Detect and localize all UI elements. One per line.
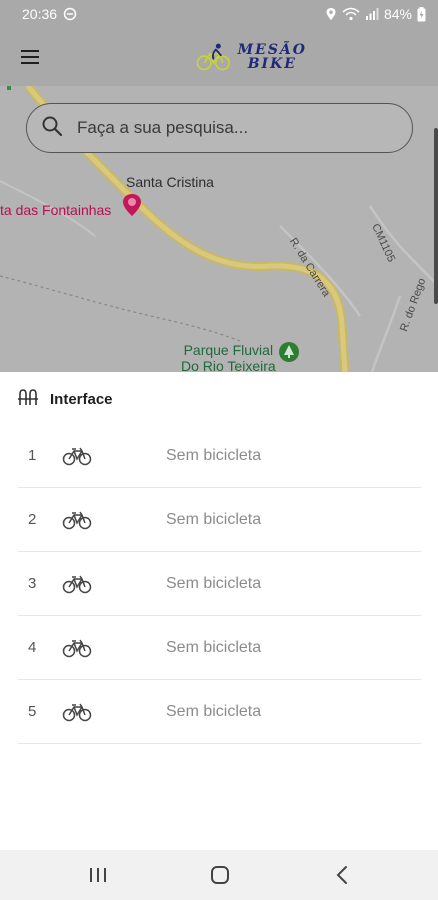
sheet-title: Interface	[50, 391, 113, 408]
wifi-icon	[342, 7, 360, 21]
signal-icon	[365, 7, 379, 21]
home-icon[interactable]	[200, 860, 240, 890]
interface-sheet: Interface 1 Sem bicicleta 2 Sem biciclet…	[0, 372, 438, 850]
logo-line-2: BIKE	[247, 56, 297, 72]
map-label-fontainhas: ta das Fontainhas	[0, 202, 112, 218]
slot-status: Sem bicicleta	[166, 702, 262, 720]
poi-park-marker[interactable]	[279, 342, 299, 362]
map-scroll-indicator	[434, 128, 438, 304]
slot-number: 2	[28, 511, 37, 528]
slot-row[interactable]: 5 Sem bicicleta	[18, 680, 421, 744]
system-nav-bar	[0, 850, 438, 900]
back-icon[interactable]	[322, 860, 362, 890]
slot-status: Sem bicicleta	[166, 510, 262, 528]
sheet-header: Interface	[18, 388, 113, 411]
slot-status: Sem bicicleta	[166, 638, 262, 656]
map-label-santa-cristina: Santa Cristina	[126, 174, 214, 190]
battery-charging-icon	[417, 6, 426, 22]
slot-number: 5	[28, 703, 37, 720]
slot-status: Sem bicicleta	[166, 574, 262, 592]
slot-row[interactable]: 3 Sem bicicleta	[18, 552, 421, 616]
bike-logo-icon	[196, 43, 230, 71]
logo-line-1: MESÃO	[237, 42, 307, 58]
search-input[interactable]	[77, 118, 377, 138]
map-label-parque-fluvial: Parque Fluvial Do Rio Teixeira	[181, 342, 276, 372]
hamburger-menu-icon[interactable]	[14, 42, 46, 72]
search-icon[interactable]	[41, 115, 63, 142]
search-bar[interactable]	[26, 103, 413, 153]
slot-row[interactable]: 2 Sem bicicleta	[18, 488, 421, 552]
app-logo: MESÃO BIKE	[195, 36, 307, 78]
status-time: 20:36	[22, 6, 58, 22]
logo-text: MESÃO BIKE	[238, 43, 307, 71]
bicycle-icon	[48, 446, 166, 466]
slot-status: Sem bicicleta	[166, 446, 262, 464]
poi-pink-marker[interactable]	[123, 194, 141, 216]
bicycle-icon	[48, 510, 166, 530]
recent-apps-icon[interactable]	[78, 860, 118, 890]
do-not-disturb-icon	[63, 7, 77, 21]
parque-line-1: Parque Fluvial	[183, 342, 274, 358]
app-bar: MESÃO BIKE	[0, 28, 438, 86]
location-icon	[325, 7, 337, 21]
slot-row[interactable]: 4 Sem bicicleta	[18, 616, 421, 680]
bicycle-icon	[48, 702, 166, 722]
slot-list: 1 Sem bicicleta 2 Sem bicicleta 3 Sem bi…	[18, 424, 421, 744]
slot-number: 1	[28, 447, 37, 464]
bicycle-icon	[48, 638, 166, 658]
slot-number: 4	[28, 639, 37, 656]
bike-rack-icon	[18, 388, 38, 411]
bicycle-icon	[48, 574, 166, 594]
slot-row[interactable]: 1 Sem bicicleta	[18, 424, 421, 488]
status-bar: 20:36 84%	[0, 0, 438, 28]
battery-level: 84%	[383, 6, 412, 22]
parque-line-2: Do Rio Teixeira	[181, 358, 276, 372]
slot-number: 3	[28, 575, 37, 592]
